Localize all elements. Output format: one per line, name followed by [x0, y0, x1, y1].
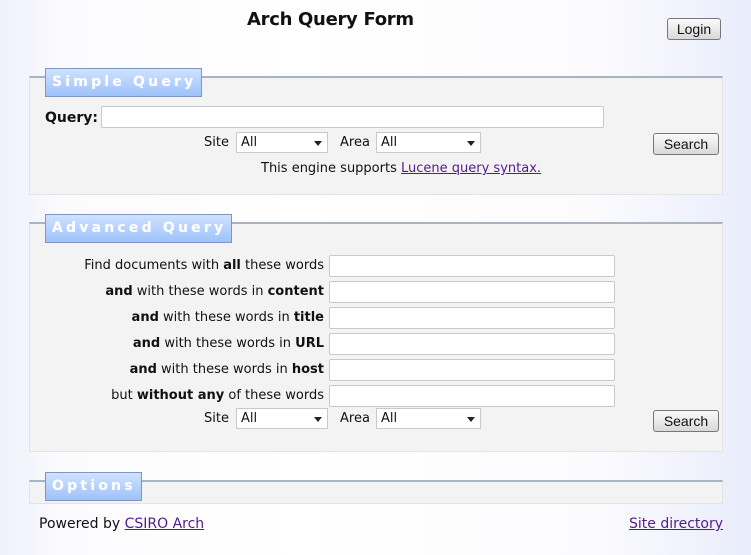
adv-area-select[interactable]: All — [376, 408, 481, 429]
page-title: Arch Query Form — [247, 9, 414, 30]
row-label-part: but — [111, 388, 137, 403]
chevron-down-icon — [467, 417, 475, 422]
advanced-row-label: and with these words in content — [105, 284, 324, 299]
site-label: Site — [204, 135, 229, 150]
row-label-part: of these words — [224, 388, 324, 403]
row-label-part: with these words in — [160, 336, 296, 351]
adv-site-label: Site — [204, 411, 229, 426]
adv-site-select[interactable]: All — [236, 408, 328, 429]
chevron-down-icon — [314, 417, 322, 422]
lucene-syntax-link[interactable]: Lucene query syntax. — [401, 161, 541, 176]
row-label-part: host — [291, 362, 324, 377]
advanced-search-button[interactable]: Search — [653, 410, 719, 432]
site-directory: Site directory — [629, 516, 723, 532]
row-label-part: and — [105, 284, 133, 299]
advanced-row-input[interactable] — [329, 281, 615, 303]
row-label-part: content — [267, 284, 324, 299]
advanced-query-legend: Advanced Query — [45, 214, 233, 243]
options-legend[interactable]: Options — [45, 472, 142, 501]
advanced-row-label: and with these words in title — [132, 310, 324, 325]
syntax-note-text: This engine supports — [261, 161, 401, 176]
adv-area-label: Area — [340, 411, 370, 426]
row-label-part: and — [132, 336, 161, 351]
advanced-row-input[interactable] — [329, 307, 615, 329]
advanced-row-input[interactable] — [329, 255, 615, 277]
chevron-down-icon — [314, 141, 322, 146]
login-button[interactable]: Login — [667, 18, 721, 40]
advanced-row-label: and with these words in host — [130, 362, 324, 377]
advanced-row-input[interactable] — [329, 333, 615, 355]
powered-by-text: Powered by — [39, 516, 125, 532]
options-panel: Options — [29, 472, 723, 504]
chevron-down-icon — [467, 141, 475, 146]
powered-by: Powered by CSIRO Arch — [39, 516, 204, 532]
simple-query-panel: Simple Query Query: Site All Area All Se… — [29, 68, 723, 195]
row-label-part: without any — [136, 388, 225, 403]
row-label-part: title — [293, 310, 324, 325]
advanced-row-input[interactable] — [329, 385, 615, 407]
site-directory-link[interactable]: Site directory — [629, 516, 723, 532]
advanced-query-panel: Advanced Query Find documents with all t… — [29, 214, 723, 452]
csiro-arch-link[interactable]: CSIRO Arch — [125, 516, 205, 532]
advanced-row-label: Find documents with all these words — [84, 258, 324, 273]
row-label-part: and — [131, 310, 159, 325]
row-label-part: and — [129, 362, 157, 377]
area-select[interactable]: All — [376, 132, 481, 153]
adv-area-selected-value: All — [381, 411, 398, 426]
row-label-part: with these words in — [158, 310, 294, 325]
area-selected-value: All — [381, 135, 398, 150]
row-label-part: with these words in — [156, 362, 292, 377]
adv-site-selected-value: All — [241, 411, 258, 426]
query-label: Query: — [45, 110, 98, 126]
row-label-part: Find documents with — [84, 258, 224, 273]
advanced-row-label: but without any of these words — [111, 388, 324, 403]
row-label-part: with these words in — [132, 284, 268, 299]
advanced-row-input[interactable] — [329, 359, 615, 381]
area-label: Area — [340, 135, 370, 150]
simple-query-legend: Simple Query — [45, 68, 203, 97]
row-label-part: URL — [295, 336, 324, 351]
site-select[interactable]: All — [236, 132, 328, 153]
query-input[interactable] — [101, 106, 604, 128]
syntax-note: This engine supports Lucene query syntax… — [261, 161, 541, 176]
simple-search-button[interactable]: Search — [653, 133, 719, 155]
row-label-part: these words — [240, 258, 324, 273]
advanced-row-label: and with these words in URL — [133, 336, 324, 351]
row-label-part: all — [223, 258, 241, 273]
site-selected-value: All — [241, 135, 258, 150]
